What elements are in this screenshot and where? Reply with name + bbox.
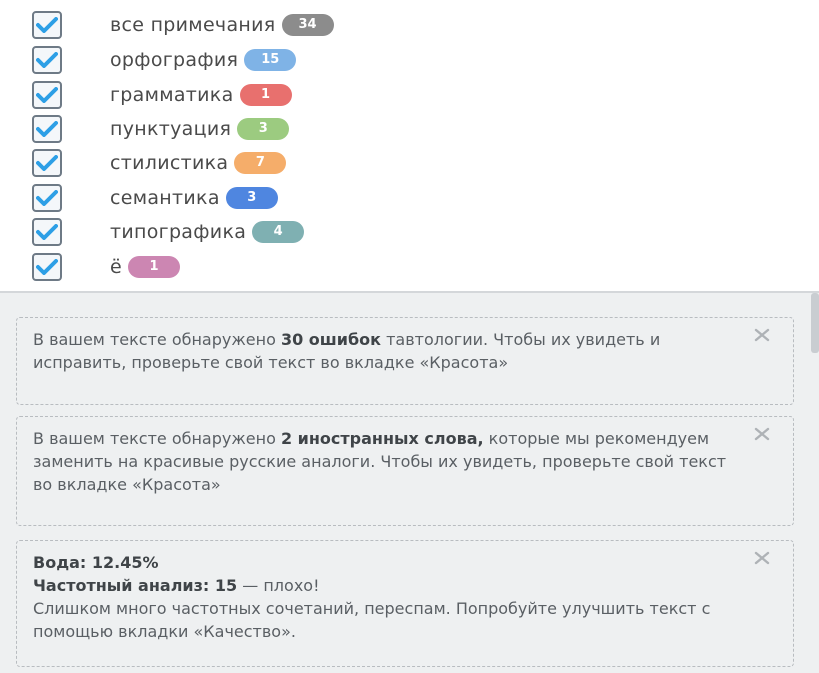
- checkbox[interactable]: [32, 253, 62, 281]
- count-badge: 3: [225, 187, 278, 209]
- checkbox[interactable]: [32, 149, 62, 177]
- close-icon[interactable]: [751, 423, 773, 445]
- filter-row-grammar[interactable]: грамматика 1: [32, 80, 292, 110]
- count-badge: 1: [128, 256, 180, 278]
- checkbox[interactable]: [32, 184, 62, 212]
- checkmark-icon: [36, 121, 58, 137]
- filter-label: все примечания: [110, 14, 276, 36]
- scrollbar[interactable]: [811, 293, 819, 353]
- notice-highlight: 30 ошибок: [280, 330, 382, 349]
- filter-row-semantics[interactable]: семантика 3: [32, 183, 278, 213]
- notice-tautology: В вашем тексте обнаружено 30 ошибок тавт…: [16, 317, 794, 405]
- count-badge: 1: [239, 84, 292, 106]
- filter-row-style[interactable]: стилистика 7: [32, 148, 287, 178]
- filter-label: пунктуация: [110, 118, 232, 140]
- count-badge: 3: [237, 118, 290, 140]
- filter-row-all[interactable]: все примечания 34: [32, 10, 334, 40]
- checkmark-icon: [36, 87, 58, 103]
- quality-advice: Слишком много частотных сочетаний, перес…: [33, 599, 711, 641]
- filter-label: грамматика: [110, 84, 234, 106]
- checkbox[interactable]: [32, 115, 62, 143]
- filter-label: стилистика: [110, 152, 229, 174]
- water-label: Вода: 12.45%: [33, 553, 159, 572]
- count-badge: 4: [252, 221, 305, 243]
- frequency-label: Частотный анализ: 15: [33, 576, 238, 595]
- filter-label: семантика: [110, 187, 220, 209]
- count-badge: 34: [281, 14, 334, 36]
- filter-row-spelling[interactable]: орфография 15: [32, 45, 297, 75]
- checkmark-icon: [36, 224, 58, 240]
- filter-label: типографика: [110, 221, 247, 243]
- checkmark-icon: [36, 155, 58, 171]
- filter-label: орфография: [110, 49, 239, 71]
- close-icon[interactable]: [751, 324, 773, 346]
- filter-label: ё: [110, 256, 122, 278]
- notice-quality: Вода: 12.45% Частотный анализ: 15 — плох…: [16, 540, 794, 667]
- checkmark-icon: [36, 52, 58, 68]
- close-icon[interactable]: [751, 547, 773, 569]
- count-badge: 15: [244, 49, 297, 71]
- checkbox[interactable]: [32, 218, 62, 246]
- filter-list: все примечания 34 орфография 15 граммати…: [0, 0, 819, 292]
- filter-row-punctuation[interactable]: пунктуация 3: [32, 114, 290, 144]
- notices-panel: В вашем тексте обнаружено 30 ошибок тавт…: [0, 293, 819, 673]
- notice-foreign-words: В вашем тексте обнаружено 2 иностранных …: [16, 416, 794, 526]
- notice-highlight: 2 иностранных слова,: [280, 429, 484, 448]
- filter-row-yo[interactable]: ё 1: [32, 252, 180, 282]
- notice-text: В вашем тексте обнаружено: [33, 429, 281, 448]
- checkbox[interactable]: [32, 46, 62, 74]
- checkbox[interactable]: [32, 81, 62, 109]
- page: все примечания 34 орфография 15 граммати…: [0, 0, 819, 673]
- notice-text: В вашем тексте обнаружено: [33, 330, 281, 349]
- checkmark-icon: [36, 190, 58, 206]
- checkbox[interactable]: [32, 11, 62, 39]
- checkmark-icon: [36, 259, 58, 275]
- count-badge: 7: [234, 152, 287, 174]
- checkmark-icon: [36, 17, 58, 33]
- frequency-verdict: — плохо!: [237, 576, 320, 595]
- filter-row-typography[interactable]: типографика 4: [32, 217, 305, 247]
